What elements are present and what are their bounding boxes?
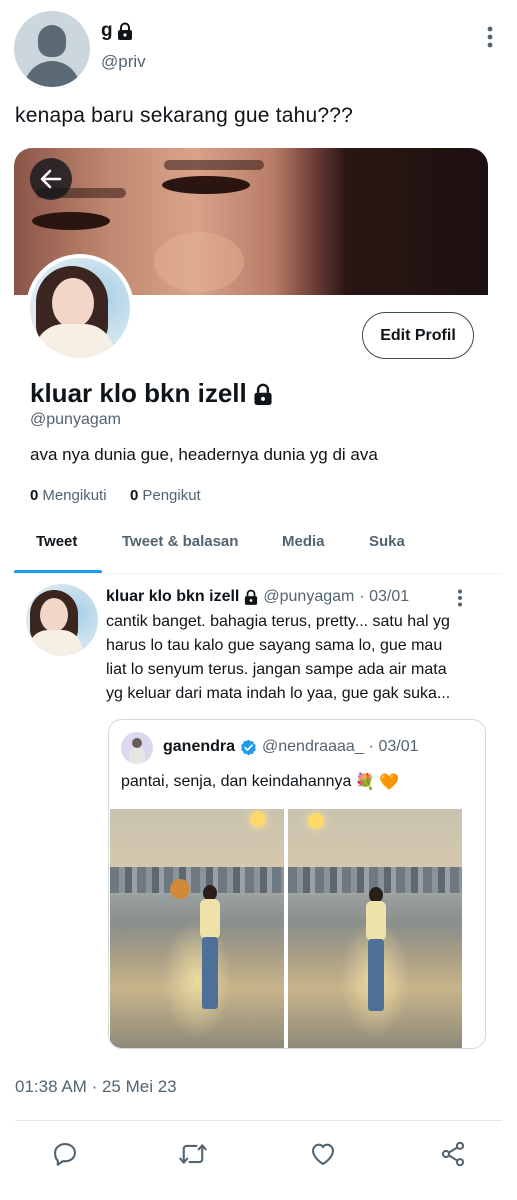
default-avatar-head [38, 25, 66, 57]
inner-tweet-name[interactable]: kluar klo bkn izell [106, 588, 239, 606]
person-figure [364, 887, 388, 1017]
author-avatar[interactable] [14, 11, 90, 87]
default-avatar-body [24, 61, 80, 87]
sun-shape [308, 813, 324, 829]
followers-label: Pengikut [142, 487, 201, 504]
author-name: g [101, 20, 113, 41]
bouquet-emoji: 💐 [355, 774, 376, 791]
following-number: 0 [30, 487, 39, 504]
orange-heart-emoji: 🧡 [379, 774, 400, 791]
inner-tweet-date: · 03/01 [359, 588, 410, 605]
tweet-timestamp: 01:38 AM · 25 Mei 23 [15, 1077, 177, 1097]
timestamp-separator: · [91, 1077, 98, 1096]
author-name-row[interactable]: g [101, 20, 133, 42]
banner-eye-left [32, 212, 110, 230]
quoted-handle: @nendraaaa_ [262, 738, 364, 755]
share-button[interactable] [438, 1139, 468, 1169]
back-button[interactable] [30, 158, 72, 200]
inner-tweet-handle: @punyagam [263, 588, 355, 605]
avatar-head [132, 738, 142, 748]
followers-count[interactable]: 0 Pengikut [130, 487, 201, 504]
arrow-left-icon [40, 169, 62, 189]
figure-legs [202, 937, 218, 1009]
inner-tweet-header: kluar klo bkn izell @punyagam · 03/01 [106, 588, 409, 606]
tweet-time: 01:38 AM [15, 1077, 87, 1096]
profile-avatar[interactable] [26, 254, 134, 362]
verified-badge-icon [241, 739, 256, 755]
like-button[interactable] [308, 1139, 338, 1169]
city-skyline [110, 867, 284, 893]
inner-tweet-line: liat lo senyum terus. jangan sampe ada a… [106, 661, 447, 678]
quoted-text-row: pantai, senja, dan keindahannya 💐 🧡 [121, 772, 399, 792]
quoted-text: pantai, senja, dan keindahannya [121, 773, 352, 790]
avatar-shirt [28, 630, 82, 656]
inner-tweet-text: cantik banget. bahagia terus, pretty... … [106, 610, 478, 706]
figure-torso [366, 901, 386, 941]
profile-name: kluar klo bkn izell [30, 378, 247, 408]
profile-handle: @punyagam [30, 411, 121, 428]
followers-number: 0 [130, 487, 139, 504]
quoted-photo-1[interactable] [110, 809, 284, 1048]
avatar-body [129, 748, 145, 764]
retweet-icon [179, 1144, 207, 1164]
tab-media[interactable]: Media [282, 533, 325, 550]
lock-icon [254, 383, 272, 405]
quoted-avatar[interactable] [121, 732, 153, 764]
lock-icon [117, 22, 132, 40]
quoted-tweet-card[interactable]: ganendra @nendraaaa_ · 03/01 pantai, sen… [108, 719, 486, 1049]
tab-tweet-balasan[interactable]: Tweet & balasan [122, 533, 238, 550]
edit-profile-button[interactable]: Edit Profil [362, 312, 474, 359]
tab-suka[interactable]: Suka [369, 533, 405, 550]
banner-brow-right [164, 160, 264, 170]
actions-divider [15, 1120, 502, 1121]
profile-tabs: Tweet Tweet & balasan Media Suka [14, 518, 502, 574]
inner-tweet-line: harus lo tau kalo gue sayang sama lo, gu… [106, 637, 443, 654]
avatar-face [52, 278, 94, 328]
quoted-header: ganendra @nendraaaa_ · 03/01 [163, 738, 418, 756]
quoted-name: ganendra [163, 738, 236, 755]
tweet-date: 25 Mei 23 [101, 1077, 177, 1096]
avatar-face [40, 598, 68, 632]
banner-face-shade [154, 232, 244, 292]
more-options-icon[interactable] [487, 26, 493, 48]
following-label: Mengikuti [42, 487, 107, 504]
banner-eye-right [162, 176, 250, 194]
avatar-shirt [34, 324, 114, 358]
following-count[interactable]: 0 Mengikuti [30, 487, 107, 504]
person-figure [198, 885, 222, 1015]
lock-icon [245, 589, 258, 605]
quoted-photo-2[interactable] [288, 809, 462, 1048]
tab-tweet[interactable]: Tweet [36, 533, 77, 550]
inner-tweet-line: cantik banget. bahagia terus, pretty... … [106, 613, 450, 630]
profile-bio: ava nya dunia gue, headernya dunia yg di… [30, 445, 378, 464]
tweet-text: kenapa baru sekarang gue tahu??? [15, 104, 354, 127]
share-icon [441, 1141, 465, 1167]
tabs-divider [14, 573, 502, 574]
author-handle: @priv [101, 52, 146, 71]
quoted-date: · 03/01 [368, 738, 419, 755]
inner-tweet-line: yg keluar dari mata indah lo yaa, gue ga… [106, 685, 451, 702]
sun-shape [250, 811, 266, 827]
like-icon [312, 1143, 334, 1165]
retweet-button[interactable] [178, 1139, 208, 1169]
more-options-icon[interactable] [457, 589, 463, 607]
bouquet-shape [170, 879, 190, 899]
profile-name-row: kluar klo bkn izell [30, 378, 273, 409]
inner-tweet-avatar[interactable] [26, 584, 98, 656]
figure-torso [200, 899, 220, 939]
reply-icon [54, 1143, 76, 1166]
reply-button[interactable] [50, 1139, 80, 1169]
figure-legs [368, 939, 384, 1011]
